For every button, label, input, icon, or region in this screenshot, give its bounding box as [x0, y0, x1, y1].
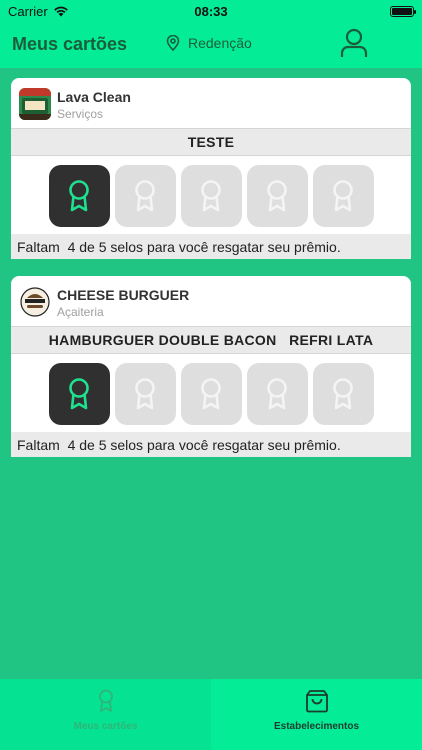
card-header: CHEESE BURGUER Açaiteria [11, 276, 411, 326]
store-name: Lava Clean [57, 89, 131, 105]
stamp-empty [114, 165, 176, 227]
status-left: Carrier [8, 4, 69, 19]
store-category: Açaiteria [57, 305, 104, 319]
tab-bar: Meus cartões Estabelecimentos [0, 679, 422, 750]
carrier-label: Carrier [8, 3, 48, 19]
award-icon [69, 378, 89, 410]
stamps-remaining-text: Faltam 4 de 5 selos para você resgatar s… [11, 234, 411, 259]
award-icon [135, 180, 155, 212]
tab-meus-cartoes[interactable]: Meus cartões [0, 679, 211, 750]
award-icon [201, 378, 221, 410]
reward-title: TESTE [11, 128, 411, 156]
stamp-filled [48, 165, 110, 227]
award-icon [333, 180, 353, 212]
store-category: Serviços [57, 107, 104, 121]
loyalty-card[interactable]: CHEESE BURGUER Açaiteria HAMBURGUER DOUB… [11, 276, 411, 457]
stamp-empty [312, 363, 374, 425]
page-title: Meus cartões [12, 34, 128, 54]
tab-estabelecimentos[interactable]: Estabelecimentos [211, 679, 422, 750]
location-selector[interactable]: Redenção [166, 35, 252, 51]
tab-label: Estabelecimentos [273, 721, 360, 732]
stamp-row [11, 156, 411, 234]
stamps-remaining-text: Faltam 4 de 5 selos para você resgatar s… [11, 432, 411, 457]
award-icon [69, 180, 89, 212]
stamp-empty [246, 363, 308, 425]
store-logo [19, 88, 51, 120]
award-icon [98, 689, 113, 712]
shopping-bag-icon [305, 690, 328, 713]
location-label: Redenção [188, 35, 252, 51]
award-icon [267, 180, 287, 212]
wifi-icon [53, 6, 68, 17]
store-logo [19, 286, 51, 318]
award-icon [267, 378, 287, 410]
tab-label: Meus cartões [73, 721, 138, 732]
stamp-row [11, 354, 411, 432]
stamp-empty [180, 363, 242, 425]
card-header: Lava Clean Serviços [11, 78, 411, 128]
stamp-filled [48, 363, 110, 425]
nav-bar: Meus cartões Redenção [0, 22, 422, 68]
stamp-empty [312, 165, 374, 227]
status-bar: Carrier 08:33 [0, 0, 422, 22]
store-name: CHEESE BURGUER [57, 287, 190, 303]
award-icon [333, 378, 353, 410]
stamp-empty [180, 165, 242, 227]
reward-title: HAMBURGUER DOUBLE BACON REFRI LATA [11, 326, 411, 354]
award-icon [201, 180, 221, 212]
battery-icon [390, 5, 416, 17]
loyalty-card[interactable]: Lava Clean Serviços TESTE Faltam 4 de 5 … [11, 78, 411, 259]
location-pin-icon [166, 35, 180, 51]
award-icon [135, 378, 155, 410]
stamp-empty [246, 165, 308, 227]
stamp-empty [114, 363, 176, 425]
profile-icon[interactable] [340, 28, 368, 58]
